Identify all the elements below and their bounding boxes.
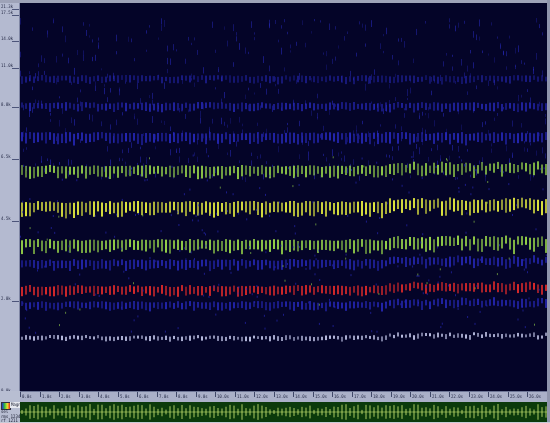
- time-tick-mark: [488, 392, 489, 397]
- time-tick-mark: [313, 392, 314, 397]
- time-tick-label: 22.0s: [451, 394, 464, 399]
- time-tick-mark: [527, 392, 528, 397]
- time-tick-mark: [449, 392, 450, 397]
- freq-tick-mark: [12, 301, 19, 302]
- freq-tick-mark: [12, 107, 19, 108]
- time-tick-label: 1.0s: [42, 394, 52, 399]
- freq-tick-label: 4.5k: [1, 216, 11, 221]
- time-ruler[interactable]: 0.0s 1.0s 2.0s 3.0s 4.0s 5.0s 6.0s 7.0s 8.0s 9.0s…: [20, 391, 547, 402]
- time-tick-mark: [118, 392, 119, 397]
- time-tick-label: 11.0s: [237, 394, 250, 399]
- time-tick-mark: [469, 392, 470, 397]
- time-tick-label: 21.0s: [432, 394, 445, 399]
- freq-tick-mark: [12, 41, 19, 42]
- time-tick-mark: [137, 392, 138, 397]
- time-tick-mark: [371, 392, 372, 397]
- freq-tick-label: 6.5k: [1, 154, 11, 159]
- time-tick-mark: [196, 392, 197, 397]
- time-tick-mark: [430, 392, 431, 397]
- freq-tick-mark: [12, 9, 19, 10]
- time-tick-label: 23.0s: [471, 394, 484, 399]
- freq-tick-mark: [12, 68, 19, 69]
- time-tick-mark: [410, 392, 411, 397]
- time-tick-label: 12.0s: [256, 394, 269, 399]
- time-tick-label: 16.0s: [334, 394, 347, 399]
- time-tick-label: 19.0s: [393, 394, 406, 399]
- time-tick-mark: [59, 392, 60, 397]
- time-tick-label: 18.0s: [373, 394, 386, 399]
- time-tick-label: 5.0s: [120, 394, 130, 399]
- time-tick-mark: [274, 392, 275, 397]
- time-tick-mark: [40, 392, 41, 397]
- time-tick-label: 3.0s: [81, 394, 91, 399]
- status-readout-2: rf 1211: [1, 418, 18, 423]
- time-tick-label: 26.0s: [529, 394, 542, 399]
- spectrogram-window: 21.3k17.5k14.0k11.0k8.8k6.5k4.5k2.0k0.0k…: [0, 0, 550, 423]
- time-tick-label: 25.0s: [510, 394, 523, 399]
- time-tick-mark: [98, 392, 99, 397]
- time-tick-label: 17.0s: [354, 394, 367, 399]
- waveform-overview[interactable]: [20, 402, 547, 422]
- freq-tick-label: 8.8k: [1, 102, 11, 107]
- time-tick-label: 13.0s: [276, 394, 289, 399]
- time-tick-label: 6.0s: [139, 394, 149, 399]
- time-tick-label: 10.0s: [217, 394, 230, 399]
- time-tick-label: 7.0s: [159, 394, 169, 399]
- time-tick-label: 15.0s: [315, 394, 328, 399]
- time-tick-mark: [235, 392, 236, 397]
- time-tick-mark: [79, 392, 80, 397]
- time-tick-label: 2.0s: [61, 394, 71, 399]
- time-tick-mark: [332, 392, 333, 397]
- freq-tick-mark: [12, 221, 19, 222]
- time-tick-mark: [215, 392, 216, 397]
- spectrogram-view[interactable]: [20, 3, 547, 391]
- time-tick-mark: [254, 392, 255, 397]
- spectrogram-harmonics: [20, 18, 547, 342]
- time-tick-mark: [508, 392, 509, 397]
- time-tick-label: 20.0s: [412, 394, 425, 399]
- time-tick-mark: [20, 392, 21, 397]
- freq-tick-label: 2.0k: [1, 296, 11, 301]
- freq-tick-mark: [12, 15, 19, 16]
- frequency-ruler[interactable]: 21.3k17.5k14.0k11.0k8.8k6.5k4.5k2.0k0.0k: [0, 3, 20, 394]
- time-tick-label: 14.0s: [295, 394, 308, 399]
- time-tick-label: 9.0s: [198, 394, 208, 399]
- freq-tick-mark: [12, 159, 19, 160]
- waveform-trace: [20, 404, 547, 420]
- time-tick-mark: [352, 392, 353, 397]
- time-tick-mark: [293, 392, 294, 397]
- time-tick-label: 0.0s: [22, 394, 32, 399]
- time-tick-label: 24.0s: [490, 394, 503, 399]
- time-tick-label: 8.0s: [178, 394, 188, 399]
- time-tick-label: 4.0s: [100, 394, 110, 399]
- time-tick-mark: [176, 392, 177, 397]
- time-tick-mark: [157, 392, 158, 397]
- time-tick-mark: [391, 392, 392, 397]
